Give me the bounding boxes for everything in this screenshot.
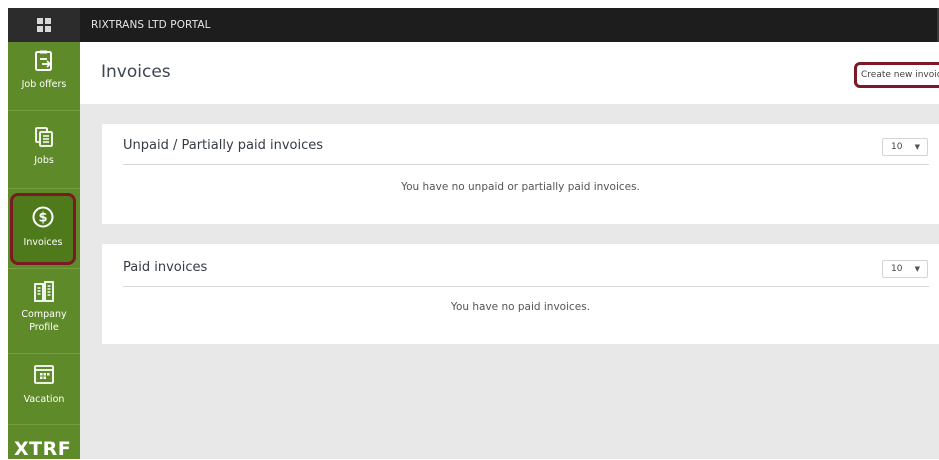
panel-title: Paid invoices (123, 260, 208, 275)
sidebar-divider (8, 188, 80, 189)
apps-menu-button[interactable] (8, 8, 80, 42)
sidebar-divider (8, 424, 80, 425)
page-size-value: 10 (891, 142, 903, 152)
sidebar: Job offers Jobs $ Invoices Company Profi… (8, 42, 80, 460)
top-bar: RIXTRANS LTD PORTAL (8, 8, 939, 42)
company-profile-icon (34, 281, 54, 302)
sidebar-item-job-offers[interactable]: Job offers (8, 50, 80, 100)
grid-icon (37, 18, 51, 32)
sidebar-item-label: Job offers (21, 79, 67, 90)
sidebar-item-label: Jobs (34, 155, 54, 166)
page-title: Invoices (101, 62, 171, 82)
page-size-value: 10 (891, 264, 903, 274)
unpaid-invoices-panel: Unpaid / Partially paid invoices 10 ▼ Yo… (102, 124, 939, 224)
paid-invoices-panel: Paid invoices 10 ▼ You have no paid invo… (102, 244, 939, 344)
caret-down-icon: ▼ (914, 265, 920, 273)
empty-state-message: You have no paid invoices. (450, 301, 591, 313)
sidebar-item-label: Company Profile (21, 308, 66, 334)
page-size-select[interactable]: 10 ▼ (882, 138, 928, 156)
sidebar-item-company-profile[interactable]: Company Profile (8, 281, 80, 347)
sidebar-item-label-line: Profile (29, 322, 59, 333)
sidebar-item-label-line: Company (21, 309, 67, 320)
page-size-select[interactable]: 10 ▼ (882, 260, 928, 278)
sidebar-item-jobs[interactable]: Jobs (8, 126, 80, 176)
calendar-icon (34, 365, 54, 384)
panel-divider (123, 286, 929, 287)
panel-title: Unpaid / Partially paid invoices (123, 138, 324, 153)
main-content: Invoices Create new invoice Unpaid / Par… (80, 42, 939, 459)
create-new-invoice-button[interactable]: Create new invoice (854, 62, 939, 88)
svg-text:$: $ (38, 211, 47, 226)
empty-state-message: You have no unpaid or partially paid inv… (401, 181, 640, 193)
xtrf-logo: XTRF (14, 438, 72, 460)
caret-down-icon: ▼ (914, 143, 920, 151)
job-offers-icon (35, 50, 52, 71)
sidebar-divider (8, 110, 80, 111)
dollar-circle-icon: $ (32, 206, 54, 228)
sidebar-item-invoices[interactable]: $ Invoices (10, 193, 76, 265)
sidebar-divider (8, 268, 80, 269)
panel-divider (123, 164, 929, 165)
sidebar-item-vacation[interactable]: Vacation (8, 363, 80, 415)
page-header: Invoices Create new invoice (80, 42, 939, 104)
portal-title: RIXTRANS LTD PORTAL (91, 19, 211, 31)
jobs-icon (35, 127, 53, 147)
sidebar-item-label: Invoices (23, 237, 63, 248)
app-window: RIXTRANS LTD PORTAL Job offers Jobs $ In… (8, 8, 939, 460)
sidebar-item-label: Vacation (23, 394, 65, 405)
sidebar-divider (8, 353, 80, 354)
